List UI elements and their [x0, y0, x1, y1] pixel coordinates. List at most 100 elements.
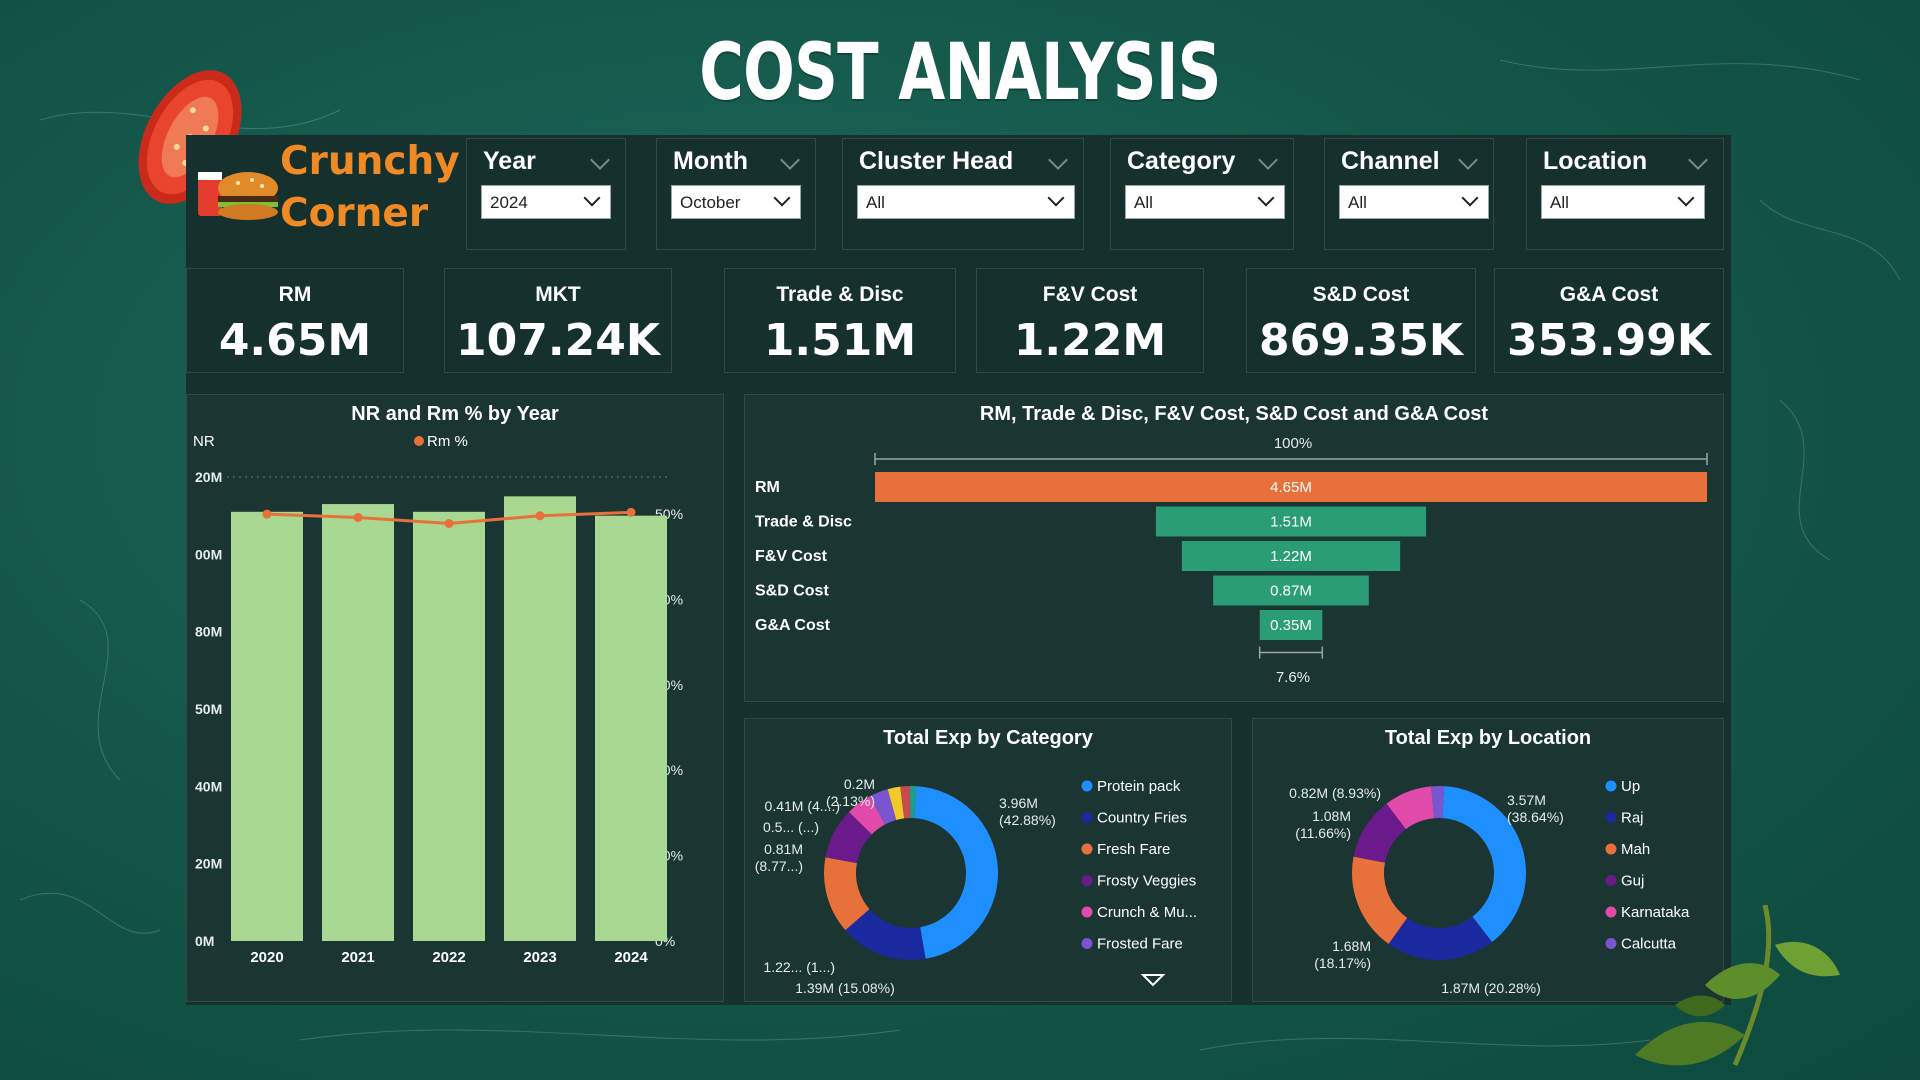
kpi-card-rm: RM 4.65M — [186, 268, 404, 373]
legend-item: Country Fries — [1097, 810, 1187, 827]
y-axis-left-tick: 20M — [195, 469, 222, 485]
chevron-down-icon — [1677, 189, 1695, 207]
chevron-down-icon — [1047, 189, 1065, 207]
y-axis-left-tick: 50M — [195, 701, 222, 717]
category-slicer[interactable]: Category All — [1110, 138, 1294, 250]
kpi-label: MKT — [535, 283, 581, 306]
funnel-top-label: 100% — [1274, 435, 1312, 452]
donut-data-label: 1.87M (20.28%) — [1441, 980, 1541, 996]
legend-marker — [1605, 780, 1617, 792]
chevron-down-icon — [1461, 189, 1479, 207]
x-axis-tick: 2023 — [523, 949, 556, 966]
nr-bar — [322, 504, 394, 941]
kpi-label: Trade & Disc — [776, 283, 904, 306]
rm-pct-point — [444, 518, 454, 528]
chevron-down-icon — [1257, 189, 1275, 207]
x-axis-tick: 2022 — [432, 949, 465, 966]
exp-by-category-donut: Protein pack Country Fries Fresh Fare Frost… — [755, 776, 1197, 996]
chevron-down-icon[interactable] — [1258, 150, 1278, 170]
y-axis-left-tick: 0M — [195, 933, 214, 949]
nr-rm-chart: NR Rm % 0M20M40M50M80M00M20M0%10%20%30%4… — [193, 433, 683, 966]
donut-slice — [1388, 916, 1492, 960]
kpi-value: 1.51M — [763, 315, 917, 366]
chart-title: Total Exp by Location — [1384, 727, 1592, 749]
kpi-card-ga-cost: G&A Cost 353.99K — [1494, 268, 1724, 373]
kpi-card-mkt: MKT 107.24K — [444, 268, 672, 373]
kpi-card-fv-cost: F&V Cost 1.22M — [976, 268, 1204, 373]
funnel-bottom-label: 7.6% — [1276, 669, 1310, 686]
year-slicer[interactable]: Year 2024 — [466, 138, 626, 250]
chevron-down-icon[interactable] — [780, 150, 800, 170]
leaf-decoration-icon — [1635, 905, 1840, 1066]
category-dropdown[interactable]: All — [1125, 185, 1285, 219]
rm-pct-point — [353, 512, 363, 522]
legend-item: Fresh Fare — [1097, 841, 1170, 858]
funnel-category-label: RM — [755, 479, 780, 496]
kpi-value: 1.22M — [1013, 315, 1167, 366]
year-dropdown[interactable]: 2024 — [481, 185, 611, 219]
category-slicer-label: Category — [1127, 147, 1236, 175]
chevron-down-icon[interactable] — [1688, 150, 1708, 170]
legend-item: Crunch & Mu... — [1097, 904, 1197, 921]
rm-pct-point — [535, 511, 545, 521]
donut-data-label: 1.22... (1...) — [763, 959, 835, 975]
cost-funnel-chart: 100% 7.6% RM 4.65M Trade & Disc 1.51M F&V Co… — [755, 435, 1708, 686]
y-axis-left-tick: 00M — [195, 546, 222, 562]
category-dropdown-value: All — [1134, 193, 1153, 212]
donut-data-label: (8.77...) — [755, 858, 803, 874]
scroll-down-icon[interactable] — [1140, 974, 1166, 987]
location-dropdown[interactable]: All — [1541, 185, 1705, 219]
legend-marker — [1605, 843, 1617, 855]
month-slicer[interactable]: Month October — [656, 138, 816, 250]
funnel-category-label: F&V Cost — [755, 548, 828, 565]
location-slicer[interactable]: Location All — [1526, 138, 1724, 250]
chart-title: Total Exp by Category — [883, 727, 1093, 749]
legend-marker — [1081, 875, 1093, 886]
donut-data-label: 0.2M — [844, 776, 875, 792]
cluster-head-slicer[interactable]: Cluster Head All — [842, 138, 1084, 250]
legend-item: Guj — [1621, 873, 1644, 890]
legend-marker — [1081, 780, 1093, 792]
chevron-down-icon[interactable] — [1458, 150, 1478, 170]
y-axis-left-tick: 40M — [195, 778, 222, 794]
cluster-head-slicer-label: Cluster Head — [859, 147, 1014, 175]
rm-pct-point — [626, 507, 636, 517]
legend-item: Frosted Fare — [1097, 936, 1183, 953]
donut-data-label: 0.81M — [764, 841, 803, 857]
x-axis-tick: 2020 — [250, 949, 283, 966]
nr-bar — [595, 515, 667, 941]
cluster-head-dropdown-value: All — [866, 193, 885, 212]
donut-data-label: 3.96M — [999, 795, 1038, 811]
kpi-value: 869.35K — [1259, 315, 1463, 366]
exp-by-category-panel: Total Exp by Category Protein pack Countr… — [744, 718, 1232, 1002]
cluster-head-dropdown[interactable]: All — [857, 185, 1075, 219]
month-dropdown[interactable]: October — [671, 185, 801, 219]
donut-data-label: (11.66%) — [1295, 825, 1351, 841]
rm-pct-point — [262, 509, 272, 519]
legend-marker — [1081, 843, 1093, 855]
legend-marker-rm — [414, 436, 424, 446]
chevron-down-icon[interactable] — [590, 150, 610, 170]
chevron-down-icon[interactable] — [1048, 150, 1068, 170]
y-axis-left-tick: 20M — [195, 856, 222, 872]
kpi-value: 107.24K — [456, 315, 660, 366]
cost-funnel-panel: RM, Trade & Disc, F&V Cost, S&D Cost and… — [744, 394, 1724, 702]
nr-bar — [413, 511, 485, 941]
legend-marker — [1605, 875, 1617, 886]
chevron-down-icon — [773, 189, 791, 207]
month-slicer-label: Month — [673, 147, 748, 175]
legend-marker — [1081, 938, 1093, 949]
legend-marker — [1605, 812, 1617, 823]
donut-data-label: 0.82M (8.93%) — [1289, 785, 1381, 801]
donut-data-label: 1.68M — [1332, 938, 1371, 954]
channel-dropdown[interactable]: All — [1339, 185, 1489, 219]
chart-title: NR and Rm % by Year — [351, 403, 559, 425]
year-slicer-label: Year — [483, 147, 536, 175]
channel-slicer[interactable]: Channel All — [1324, 138, 1494, 250]
donut-data-label: 3.57M — [1507, 792, 1546, 808]
kpi-value: 353.99K — [1507, 315, 1711, 366]
kpi-label: F&V Cost — [1042, 283, 1138, 306]
year-dropdown-value: 2024 — [490, 193, 528, 212]
donut-data-label: 1.08M — [1312, 808, 1351, 824]
brand-line-1: Crunchy — [280, 139, 460, 184]
